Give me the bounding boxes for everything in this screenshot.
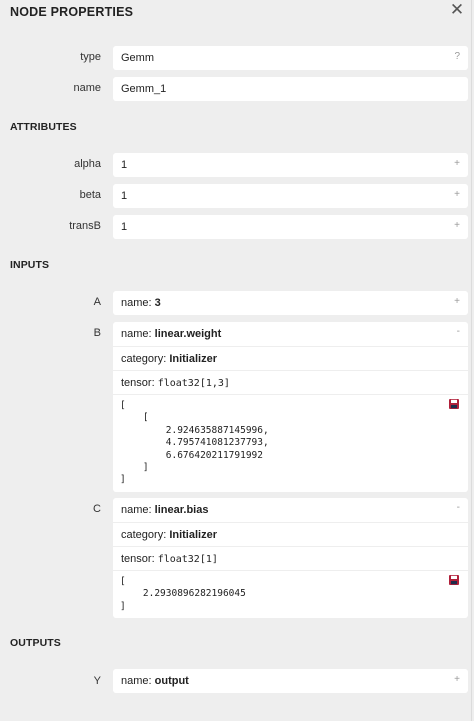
input-c-box: name: linear.bias - category: Initialize… <box>113 498 468 618</box>
attribute-field-transb[interactable]: 1 + <box>113 215 468 239</box>
input-a-expand-button[interactable]: + <box>454 296 460 307</box>
input-label-a: A <box>93 296 101 308</box>
attribute-label-beta: beta <box>79 189 101 201</box>
input-b-category: category: Initializer <box>121 352 217 365</box>
input-b-tensor: tensor: float32[1,3] <box>121 376 230 389</box>
type-field[interactable]: Gemm ? <box>113 46 468 70</box>
input-c-name-row[interactable]: name: linear.bias - <box>113 498 468 522</box>
input-b-category-row: category: Initializer <box>113 346 468 370</box>
input-b-name: name: linear.weight <box>121 328 222 340</box>
input-b-tensor-row: tensor: float32[1,3] <box>113 370 468 394</box>
panel-title: NODE PROPERTIES <box>10 5 134 19</box>
attribute-value-beta: 1 <box>121 190 128 202</box>
input-b-name-row[interactable]: name: linear.weight - <box>113 322 468 346</box>
node-properties-panel: NODE PROPERTIES ✕ type Gemm ? name Gemm_… <box>0 0 472 721</box>
input-label-b: B <box>93 327 101 339</box>
input-c-collapse-button[interactable]: - <box>457 502 460 513</box>
attribute-expand-button-transb[interactable]: + <box>454 220 460 231</box>
close-icon[interactable]: ✕ <box>448 0 466 20</box>
attribute-field-beta[interactable]: 1 + <box>113 184 468 208</box>
input-label-c: C <box>93 503 101 515</box>
input-c-name: name: linear.bias <box>121 504 209 516</box>
attribute-field-alpha[interactable]: 1 + <box>113 153 468 177</box>
outputs-heading: OUTPUTS <box>10 637 61 649</box>
input-c-category: category: Initializer <box>121 528 217 541</box>
name-field[interactable]: Gemm_1 <box>113 77 468 101</box>
save-icon[interactable] <box>449 399 459 409</box>
output-label-y: Y <box>93 675 101 687</box>
type-value: Gemm <box>121 52 154 64</box>
attribute-expand-button-alpha[interactable]: + <box>454 158 460 169</box>
output-y-name: name: output <box>121 675 189 687</box>
attribute-label-transb: transB <box>69 220 101 232</box>
inputs-heading: INPUTS <box>10 259 50 271</box>
name-value: Gemm_1 <box>121 83 167 95</box>
name-label: name <box>73 82 101 94</box>
attribute-label-alpha: alpha <box>74 158 101 170</box>
attribute-expand-button-beta[interactable]: + <box>454 189 460 200</box>
output-y-expand-button[interactable]: + <box>454 674 460 685</box>
save-icon[interactable] <box>449 575 459 585</box>
attributes-heading: ATTRIBUTES <box>10 121 77 133</box>
type-label: type <box>80 51 101 63</box>
input-a-name: name: 3 <box>121 297 161 309</box>
type-help-button[interactable]: ? <box>454 51 460 62</box>
input-a-field[interactable]: name: 3 + <box>113 291 468 315</box>
input-c-tensor-data: [ 2.2930896282196045 ] <box>113 570 468 618</box>
output-y-field[interactable]: name: output + <box>113 669 468 693</box>
input-c-tensor-row: tensor: float32[1] <box>113 546 468 570</box>
input-b-tensor-data: [ [ 2.924635887145996, 4.795741081237793… <box>113 394 468 492</box>
input-c-tensor: tensor: float32[1] <box>121 552 218 565</box>
attribute-value-transb: 1 <box>121 221 128 233</box>
input-c-category-row: category: Initializer <box>113 522 468 546</box>
input-b-box: name: linear.weight - category: Initiali… <box>113 322 468 492</box>
input-b-collapse-button[interactable]: - <box>457 326 460 337</box>
attribute-value-alpha: 1 <box>121 159 128 171</box>
